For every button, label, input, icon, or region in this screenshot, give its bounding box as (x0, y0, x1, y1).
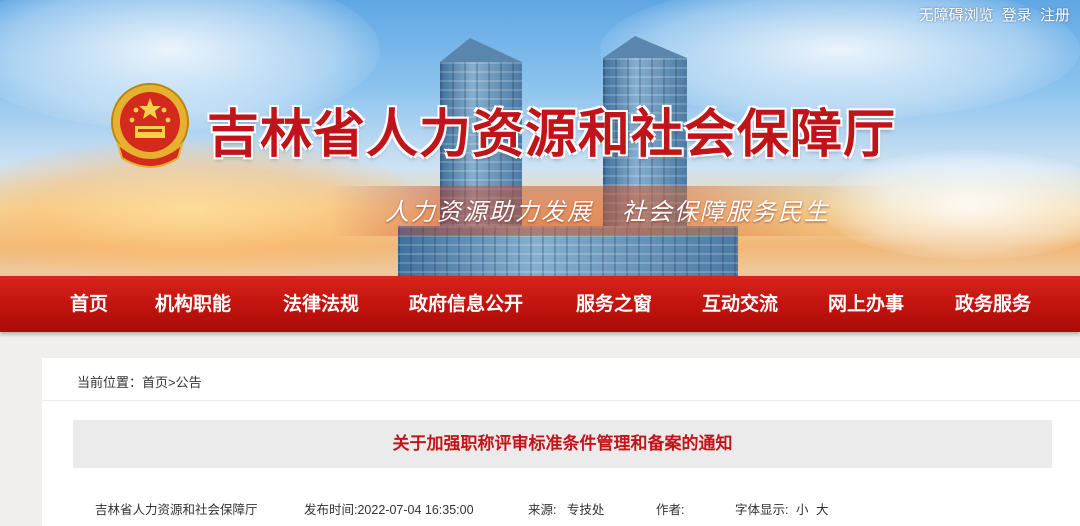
article-panel: 当前位置：首页>公告 关于加强职称评审标准条件管理和备案的通知 吉林省人力资源和… (42, 358, 1080, 526)
header-banner: 吉林省人力资源和社会保障厅 人力资源助力发展 社会保障服务民生 无障碍浏览 登录… (0, 0, 1080, 290)
font-size-label: 字体显示: (735, 503, 789, 517)
author-label: 作者: (656, 503, 685, 517)
breadcrumb-separator: > (168, 375, 176, 390)
breadcrumb-current-link[interactable]: 公告 (176, 375, 202, 390)
nav-item-interaction[interactable]: 互动交流 (702, 276, 778, 332)
meta-origin: 来源: 专技处 (528, 499, 604, 518)
main-nav: 首页 机构职能 法律法规 政府信息公开 服务之窗 互动交流 网上办事 政务服务 (0, 276, 1080, 332)
font-large-button[interactable]: 大 (816, 503, 829, 517)
slogan-text: 人力资源助力发展 社会保障服务民生 (385, 198, 830, 226)
article-title: 关于加强职称评审标准条件管理和备案的通知 (392, 434, 733, 453)
publish-time-value: 2022-07-04 16:35:00 (357, 503, 474, 517)
top-links: 无障碍浏览 登录 注册 (915, 4, 1070, 25)
national-emblem-icon (111, 83, 189, 168)
origin-value: 专技处 (566, 503, 605, 517)
breadcrumb-home-link[interactable]: 首页 (142, 375, 168, 390)
publish-time-label: 发布时间: (304, 503, 358, 517)
nav-item-gov-info[interactable]: 政府信息公开 (409, 276, 523, 332)
breadcrumb-divider (42, 400, 1080, 401)
accessibility-link[interactable]: 无障碍浏览 (919, 7, 994, 24)
breadcrumb-prefix: 当前位置： (77, 375, 143, 390)
origin-label: 来源: (528, 503, 557, 517)
meta-publish-time: 发布时间:2022-07-04 16:35:00 (304, 499, 474, 518)
article-title-box: 关于加强职称评审标准条件管理和备案的通知 (73, 420, 1052, 468)
nav-item-laws[interactable]: 法律法规 (283, 276, 359, 332)
font-small-button[interactable]: 小 (796, 503, 809, 517)
meta-author: 作者: (656, 499, 684, 518)
nav-item-gov-service[interactable]: 政务服务 (955, 276, 1031, 332)
banner-tower-tops (440, 36, 687, 62)
meta-source-org: 吉林省人力资源和社会保障厅 (95, 503, 258, 517)
nav-item-service-window[interactable]: 服务之窗 (576, 276, 652, 332)
meta-font-size: 字体显示: 小 大 (735, 499, 828, 518)
register-link[interactable]: 注册 (1040, 7, 1070, 24)
login-link[interactable]: 登录 (1002, 7, 1032, 24)
site-title: 吉林省人力资源和社会保障厅 (207, 107, 897, 164)
nav-item-home[interactable]: 首页 (70, 276, 108, 332)
breadcrumb: 当前位置：首页>公告 (77, 372, 202, 391)
nav-item-online-service[interactable]: 网上办事 (828, 276, 904, 332)
nav-item-institution[interactable]: 机构职能 (155, 276, 231, 332)
